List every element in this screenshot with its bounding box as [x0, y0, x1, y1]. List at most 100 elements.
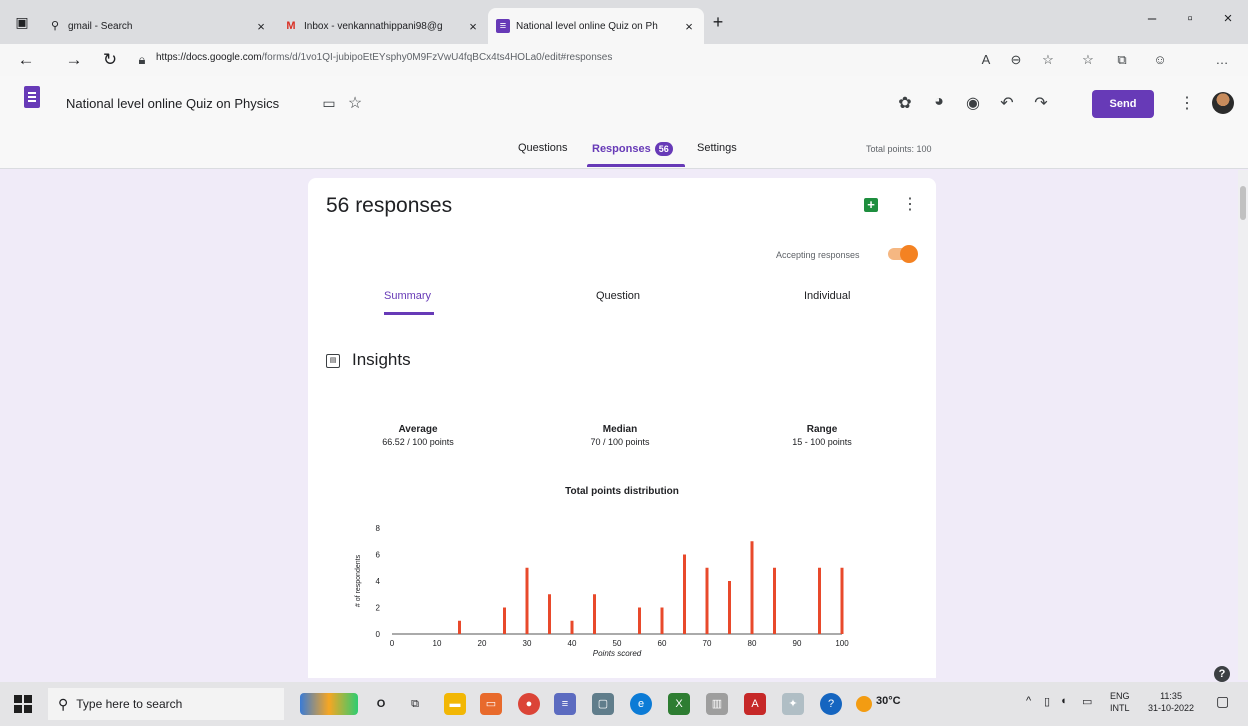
- taskbar-search[interactable]: ⚲ Type here to search: [48, 688, 284, 720]
- app-icon[interactable]: ▥: [706, 693, 728, 715]
- tab-title: National level online Quiz on Ph: [516, 20, 658, 32]
- tab-questions[interactable]: Questions: [518, 142, 568, 154]
- y-tick-label: 0: [376, 630, 381, 639]
- app-icon[interactable]: ≡: [554, 693, 576, 715]
- refresh-icon[interactable]: ↻: [98, 50, 122, 70]
- more-vert-icon[interactable]: ⋮: [1176, 93, 1198, 113]
- x-tick-label: 100: [835, 639, 849, 648]
- x-tick-label: 10: [433, 639, 442, 648]
- responses-count-badge: 56: [654, 142, 673, 156]
- close-tab-icon[interactable]: ×: [466, 19, 480, 34]
- browser-tab-inbox[interactable]: M Inbox - venkannathippani98@g ×: [276, 8, 488, 44]
- url-field[interactable]: https://docs.google.com/forms/d/1vo1QI-j…: [156, 52, 612, 63]
- windows-start-icon[interactable]: [14, 695, 32, 713]
- tab-underline: [587, 164, 685, 167]
- browser-tab-form[interactable]: ≡ National level online Quiz on Ph ×: [488, 8, 704, 44]
- close-window-icon[interactable]: ×: [1216, 10, 1240, 27]
- tab-responses[interactable]: Responses 56: [592, 142, 673, 156]
- y-tick-label: 6: [376, 551, 381, 560]
- more-icon[interactable]: …: [1212, 52, 1232, 67]
- forward-icon[interactable]: →: [62, 50, 86, 70]
- task-view-icon[interactable]: ⧉: [404, 693, 426, 715]
- url-host: https://docs.google.com: [156, 52, 262, 63]
- notifications-icon[interactable]: ▢: [1216, 693, 1229, 710]
- favorite-icon[interactable]: ☆: [1038, 52, 1058, 68]
- subtab-individual[interactable]: Individual: [804, 290, 850, 302]
- tab-responses-label: Responses: [592, 143, 651, 155]
- stat-label: Average: [398, 424, 438, 435]
- app-icon[interactable]: ▭: [480, 693, 502, 715]
- new-tab-button[interactable]: +: [710, 13, 726, 31]
- network-icon[interactable]: ▭: [1082, 695, 1092, 708]
- send-button[interactable]: Send: [1092, 90, 1154, 118]
- star-icon[interactable]: ☆: [344, 93, 366, 113]
- app-icon[interactable]: ✦: [782, 693, 804, 715]
- tab-actions-icon[interactable]: ▣: [14, 14, 30, 30]
- stat-range: Range 15 - 100 points: [752, 424, 892, 447]
- temperature[interactable]: 30°C: [876, 695, 901, 707]
- help-app-icon[interactable]: ?: [820, 693, 842, 715]
- redo-icon[interactable]: ↷: [1030, 93, 1052, 113]
- accepting-responses-toggle[interactable]: [888, 245, 918, 263]
- lang-bottom: INTL: [1110, 703, 1130, 713]
- taskbar-search-placeholder: Type here to search: [76, 697, 183, 711]
- x-tick-label: 90: [793, 639, 802, 648]
- browser-tab-search[interactable]: ⚲ gmail - Search ×: [40, 8, 276, 44]
- help-icon[interactable]: ?: [1214, 666, 1230, 682]
- more-vert-icon[interactable]: ⋮: [902, 194, 918, 214]
- addon-icon[interactable]: ✿: [894, 93, 916, 113]
- stat-value: 70 / 100 points: [590, 437, 650, 447]
- file-explorer-icon[interactable]: ▬: [444, 693, 466, 715]
- sheets-icon[interactable]: +: [864, 198, 878, 212]
- app-icon[interactable]: ▢: [592, 693, 614, 715]
- chevron-up-icon[interactable]: ^: [1026, 695, 1031, 707]
- volume-icon[interactable]: ◖: [1060, 695, 1067, 707]
- zoom-icon[interactable]: ⊖: [1006, 52, 1026, 68]
- cortana-icon[interactable]: O: [370, 693, 392, 715]
- lock-icon[interactable]: 🔒︎: [132, 52, 152, 68]
- excel-icon[interactable]: X: [668, 693, 690, 715]
- minimize-icon[interactable]: –: [1140, 10, 1164, 27]
- chart-bar: [818, 567, 821, 634]
- edge-icon[interactable]: e: [630, 693, 652, 715]
- insights-title: Insights: [352, 350, 411, 369]
- chart-bar: [458, 620, 461, 634]
- back-icon[interactable]: ←: [14, 50, 38, 70]
- stat-label: Range: [806, 424, 838, 435]
- favorites-list-icon[interactable]: ☆: [1078, 52, 1098, 68]
- avatar[interactable]: [1212, 92, 1234, 114]
- subtab-question[interactable]: Question: [596, 290, 640, 302]
- x-tick-label: 80: [748, 639, 757, 648]
- news-widget-icon[interactable]: [300, 693, 358, 715]
- collections-icon[interactable]: ⧉: [1112, 52, 1132, 68]
- language-indicator[interactable]: ENG INTL: [1110, 690, 1130, 714]
- close-tab-icon[interactable]: ×: [682, 19, 696, 34]
- clock-time: 11:35: [1160, 691, 1182, 701]
- x-tick-label: 60: [658, 639, 667, 648]
- stat-average: Average 66.52 / 100 points: [348, 424, 488, 447]
- tab-settings[interactable]: Settings: [697, 142, 737, 154]
- weather-icon[interactable]: [856, 696, 872, 712]
- scrollbar-thumb[interactable]: [1240, 186, 1246, 220]
- tray-app-icon[interactable]: ▯: [1044, 695, 1050, 708]
- form-title[interactable]: National level online Quiz on Physics: [66, 96, 279, 111]
- restore-icon[interactable]: ▫: [1178, 10, 1202, 27]
- preview-icon[interactable]: ◉: [962, 93, 984, 113]
- forms-logo-icon[interactable]: [24, 86, 40, 108]
- stat-median: Median 70 / 100 points: [550, 424, 690, 447]
- profile-icon[interactable]: ☺: [1150, 52, 1170, 67]
- stat-label: Median: [602, 424, 638, 435]
- undo-icon[interactable]: ↶: [996, 93, 1018, 113]
- taskbar-clock[interactable]: 11:35 31-10-2022: [1148, 690, 1194, 714]
- folder-icon[interactable]: ▭: [318, 95, 340, 112]
- palette-icon[interactable]: ◕: [928, 93, 950, 111]
- acrobat-icon[interactable]: A: [744, 693, 766, 715]
- chart-bar: [683, 554, 686, 634]
- gmail-icon: M: [286, 20, 296, 32]
- close-tab-icon[interactable]: ×: [254, 19, 268, 34]
- read-aloud-icon[interactable]: A: [976, 52, 996, 67]
- subtab-summary[interactable]: Summary: [384, 290, 431, 302]
- x-tick-label: 30: [523, 639, 532, 648]
- chrome-icon[interactable]: ●: [518, 693, 540, 715]
- scrollbar-track[interactable]: [1238, 170, 1248, 680]
